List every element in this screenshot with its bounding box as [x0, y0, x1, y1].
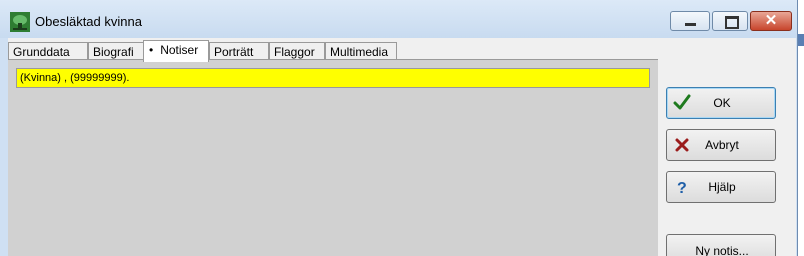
cancel-button[interactable]: Avbryt — [666, 129, 776, 161]
window-title: Obesläktad kvinna — [35, 14, 142, 29]
dialog-client-area: Grunddata Biografi • Notiser Porträtt Fla… — [8, 38, 796, 256]
maximize-button[interactable] — [712, 11, 748, 31]
tab-marker: • — [149, 43, 154, 57]
minimize-button[interactable] — [670, 11, 710, 31]
background-edge — [798, 0, 804, 256]
new-note-label: Ny notis... — [695, 244, 749, 256]
note-row[interactable]: (Kvinna) , (99999999). — [16, 68, 650, 88]
background-window-fragment — [798, 34, 804, 46]
help-label: Hjälp — [708, 180, 736, 194]
tab-label: Biografi — [93, 45, 134, 59]
tab-notiser[interactable]: • Notiser — [143, 40, 209, 62]
help-button[interactable]: ? Hjälp — [666, 171, 776, 203]
tab-label: Notiser — [160, 43, 199, 57]
cancel-label: Avbryt — [705, 138, 739, 152]
new-note-button[interactable]: Ny notis... — [666, 234, 776, 256]
tab-label: Multimedia — [330, 45, 389, 59]
tab-label: Grunddata — [13, 45, 70, 59]
notes-panel — [8, 59, 658, 256]
title-bar[interactable]: Obesläktad kvinna ✕ — [0, 0, 797, 38]
tree-icon — [10, 12, 30, 32]
note-text: (Kvinna) , (99999999). — [20, 72, 130, 84]
tab-label: Porträtt — [214, 45, 254, 59]
tab-label: Flaggor — [274, 45, 315, 59]
maximize-icon — [725, 16, 739, 29]
close-button[interactable]: ✕ — [750, 11, 792, 31]
close-icon: ✕ — [764, 12, 778, 29]
dialog-window: Obesläktad kvinna ✕ Grunddata Biografi •… — [0, 0, 798, 256]
ok-button[interactable]: OK — [666, 87, 776, 119]
ok-label: OK — [713, 96, 731, 110]
minimize-icon — [685, 23, 696, 26]
